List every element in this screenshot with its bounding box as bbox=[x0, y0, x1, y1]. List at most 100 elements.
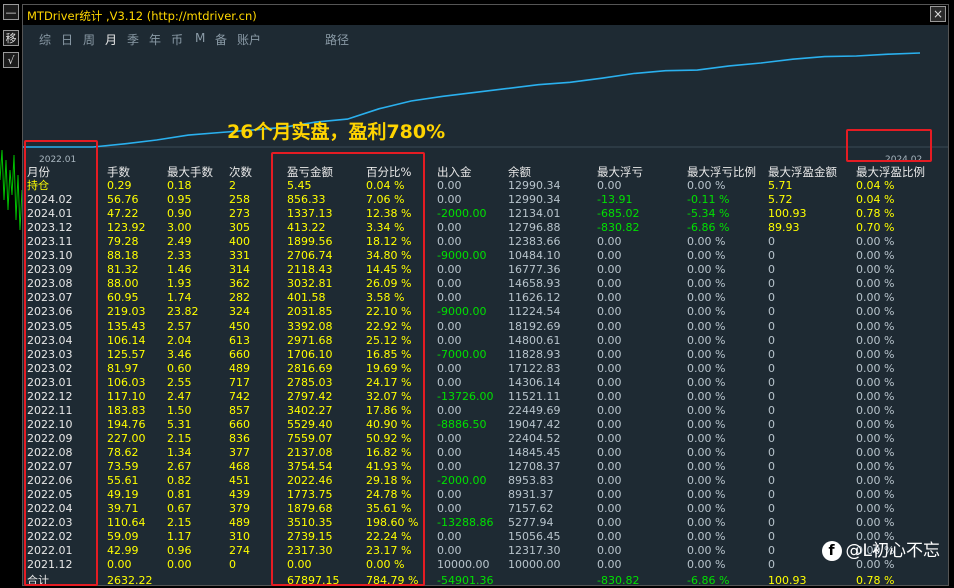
table-cell: 0.04 % bbox=[856, 193, 895, 207]
table-cell: 0.90 bbox=[167, 207, 192, 221]
total-cell: 2632.22 bbox=[107, 574, 153, 586]
tab-8[interactable]: 备 bbox=[215, 31, 227, 48]
watermark-text: @L初心不忘 bbox=[845, 541, 940, 561]
table-cell: 0.00 % bbox=[856, 291, 895, 305]
table-cell: 0.00 bbox=[597, 445, 622, 459]
table-cell: 0.00 bbox=[437, 488, 462, 502]
table-cell: 0.04 % bbox=[856, 179, 895, 192]
highlight-end-date bbox=[846, 129, 932, 162]
table-cell: 10484.10 bbox=[508, 249, 561, 263]
tab-3[interactable]: 月 bbox=[105, 31, 117, 48]
table-cell: -7000.00 bbox=[437, 347, 487, 361]
table-cell: 451 bbox=[229, 474, 250, 488]
minimize-button[interactable]: — bbox=[3, 4, 19, 20]
table-cell: 18192.69 bbox=[508, 319, 561, 333]
table-cell: 0.00 % bbox=[687, 431, 726, 445]
table-cell: 47.22 bbox=[107, 207, 139, 221]
table-cell: 0.00 % bbox=[856, 474, 895, 488]
table-cell: 0.00 bbox=[597, 417, 622, 431]
table-cell: 0.00 bbox=[437, 403, 462, 417]
table-cell: 0 bbox=[768, 291, 775, 305]
table-cell: -685.02 bbox=[597, 207, 640, 221]
table-cell: 135.43 bbox=[107, 319, 146, 333]
table-cell: 0.00 % bbox=[856, 305, 895, 319]
close-button[interactable]: × bbox=[930, 6, 946, 22]
table-cell: 0.00 % bbox=[856, 417, 895, 431]
table-cell: 331 bbox=[229, 249, 250, 263]
tab-4[interactable]: 季 bbox=[127, 31, 139, 48]
tab-6[interactable]: 币 bbox=[171, 31, 183, 48]
table-cell: 12990.34 bbox=[508, 193, 561, 207]
table-cell: 0.00 bbox=[597, 375, 622, 389]
table-cell: 0.00 bbox=[597, 263, 622, 277]
table-cell: -0.11 % bbox=[687, 193, 730, 207]
table-cell: 0.00 bbox=[597, 347, 622, 361]
table-cell: -8886.50 bbox=[437, 417, 487, 431]
table-cell: 0 bbox=[768, 375, 775, 389]
table-cell: -2000.00 bbox=[437, 474, 487, 488]
table-cell: 60.95 bbox=[107, 291, 139, 305]
table-cell: 2.15 bbox=[167, 431, 192, 445]
column-header-8: 最大浮亏 bbox=[597, 165, 643, 179]
tab-1[interactable]: 日 bbox=[61, 31, 73, 48]
table-cell: 2.15 bbox=[167, 516, 192, 530]
table-cell: 0 bbox=[768, 516, 775, 530]
table-cell: 15056.45 bbox=[508, 530, 561, 544]
table-cell: 1.46 bbox=[167, 263, 192, 277]
tab-10[interactable]: 路径 bbox=[325, 31, 349, 48]
table-cell: 88.00 bbox=[107, 277, 139, 291]
table-cell: 0.00 % bbox=[856, 263, 895, 277]
table-cell: 22404.52 bbox=[508, 431, 561, 445]
table-cell: 0.00 bbox=[437, 221, 462, 235]
table-cell: 12383.66 bbox=[508, 235, 561, 249]
tab-2[interactable]: 周 bbox=[83, 31, 95, 48]
table-cell: 123.92 bbox=[107, 221, 146, 235]
column-header-6: 出入金 bbox=[437, 165, 472, 179]
table-cell: 73.59 bbox=[107, 460, 139, 473]
table-cell: 0.00 % bbox=[687, 263, 726, 277]
table-cell: 377 bbox=[229, 445, 250, 459]
table-cell: -5.34 % bbox=[687, 207, 730, 221]
table-cell: 489 bbox=[229, 361, 250, 375]
move-button[interactable]: 移 bbox=[3, 30, 19, 46]
table-cell: 0.00 % bbox=[687, 445, 726, 459]
table-cell: 0.00 bbox=[167, 558, 192, 572]
table-cell: 1.17 bbox=[167, 530, 192, 544]
tab-0[interactable]: 综 bbox=[39, 31, 51, 48]
table-cell: 0 bbox=[768, 558, 775, 572]
statistics-window: MTDriver统计 ,V3.12 (http://mtdriver.cn) ×… bbox=[22, 4, 949, 586]
table-cell: 110.64 bbox=[107, 516, 146, 530]
table-cell: 8953.83 bbox=[508, 474, 554, 488]
total-cell: -54901.36 bbox=[437, 574, 494, 586]
table-cell: 0.00 bbox=[437, 431, 462, 445]
table-cell: 81.32 bbox=[107, 263, 139, 277]
table-cell: 0.00 bbox=[597, 530, 622, 544]
table-cell: 0.00 bbox=[597, 389, 622, 403]
table-cell: 219.03 bbox=[107, 305, 146, 319]
balance-chart: 2022.01 2024.02 bbox=[23, 52, 948, 165]
tab-5[interactable]: 年 bbox=[149, 31, 161, 48]
table-cell: 0.00 bbox=[597, 305, 622, 319]
table-cell: 0 bbox=[768, 417, 775, 431]
table-cell: 0 bbox=[768, 460, 775, 473]
table-cell: 100.93 bbox=[768, 207, 807, 221]
table-cell: 0 bbox=[768, 502, 775, 516]
table-cell: 5.72 bbox=[768, 193, 793, 207]
check-button[interactable]: √ bbox=[3, 52, 19, 68]
table-cell: 194.76 bbox=[107, 417, 146, 431]
table-cell: 0.00 bbox=[597, 516, 622, 530]
annotation-text: 26个月实盘，盈利780% bbox=[227, 121, 446, 143]
table-cell: 0.00 % bbox=[687, 179, 726, 192]
table-cell: 0.96 bbox=[167, 544, 192, 558]
table-cell: 49.19 bbox=[107, 488, 139, 502]
table-cell: 0.00 bbox=[437, 361, 462, 375]
table-cell: 183.83 bbox=[107, 403, 146, 417]
tab-7[interactable]: M bbox=[195, 31, 205, 45]
table-cell: 0.00 % bbox=[687, 530, 726, 544]
table-cell: -9000.00 bbox=[437, 249, 487, 263]
tab-9[interactable]: 账户 bbox=[237, 31, 261, 48]
table-cell: 857 bbox=[229, 403, 250, 417]
total-cell: -830.82 bbox=[597, 574, 640, 586]
table-cell: 3.00 bbox=[167, 221, 192, 235]
table-cell: 0.00 % bbox=[856, 488, 895, 502]
